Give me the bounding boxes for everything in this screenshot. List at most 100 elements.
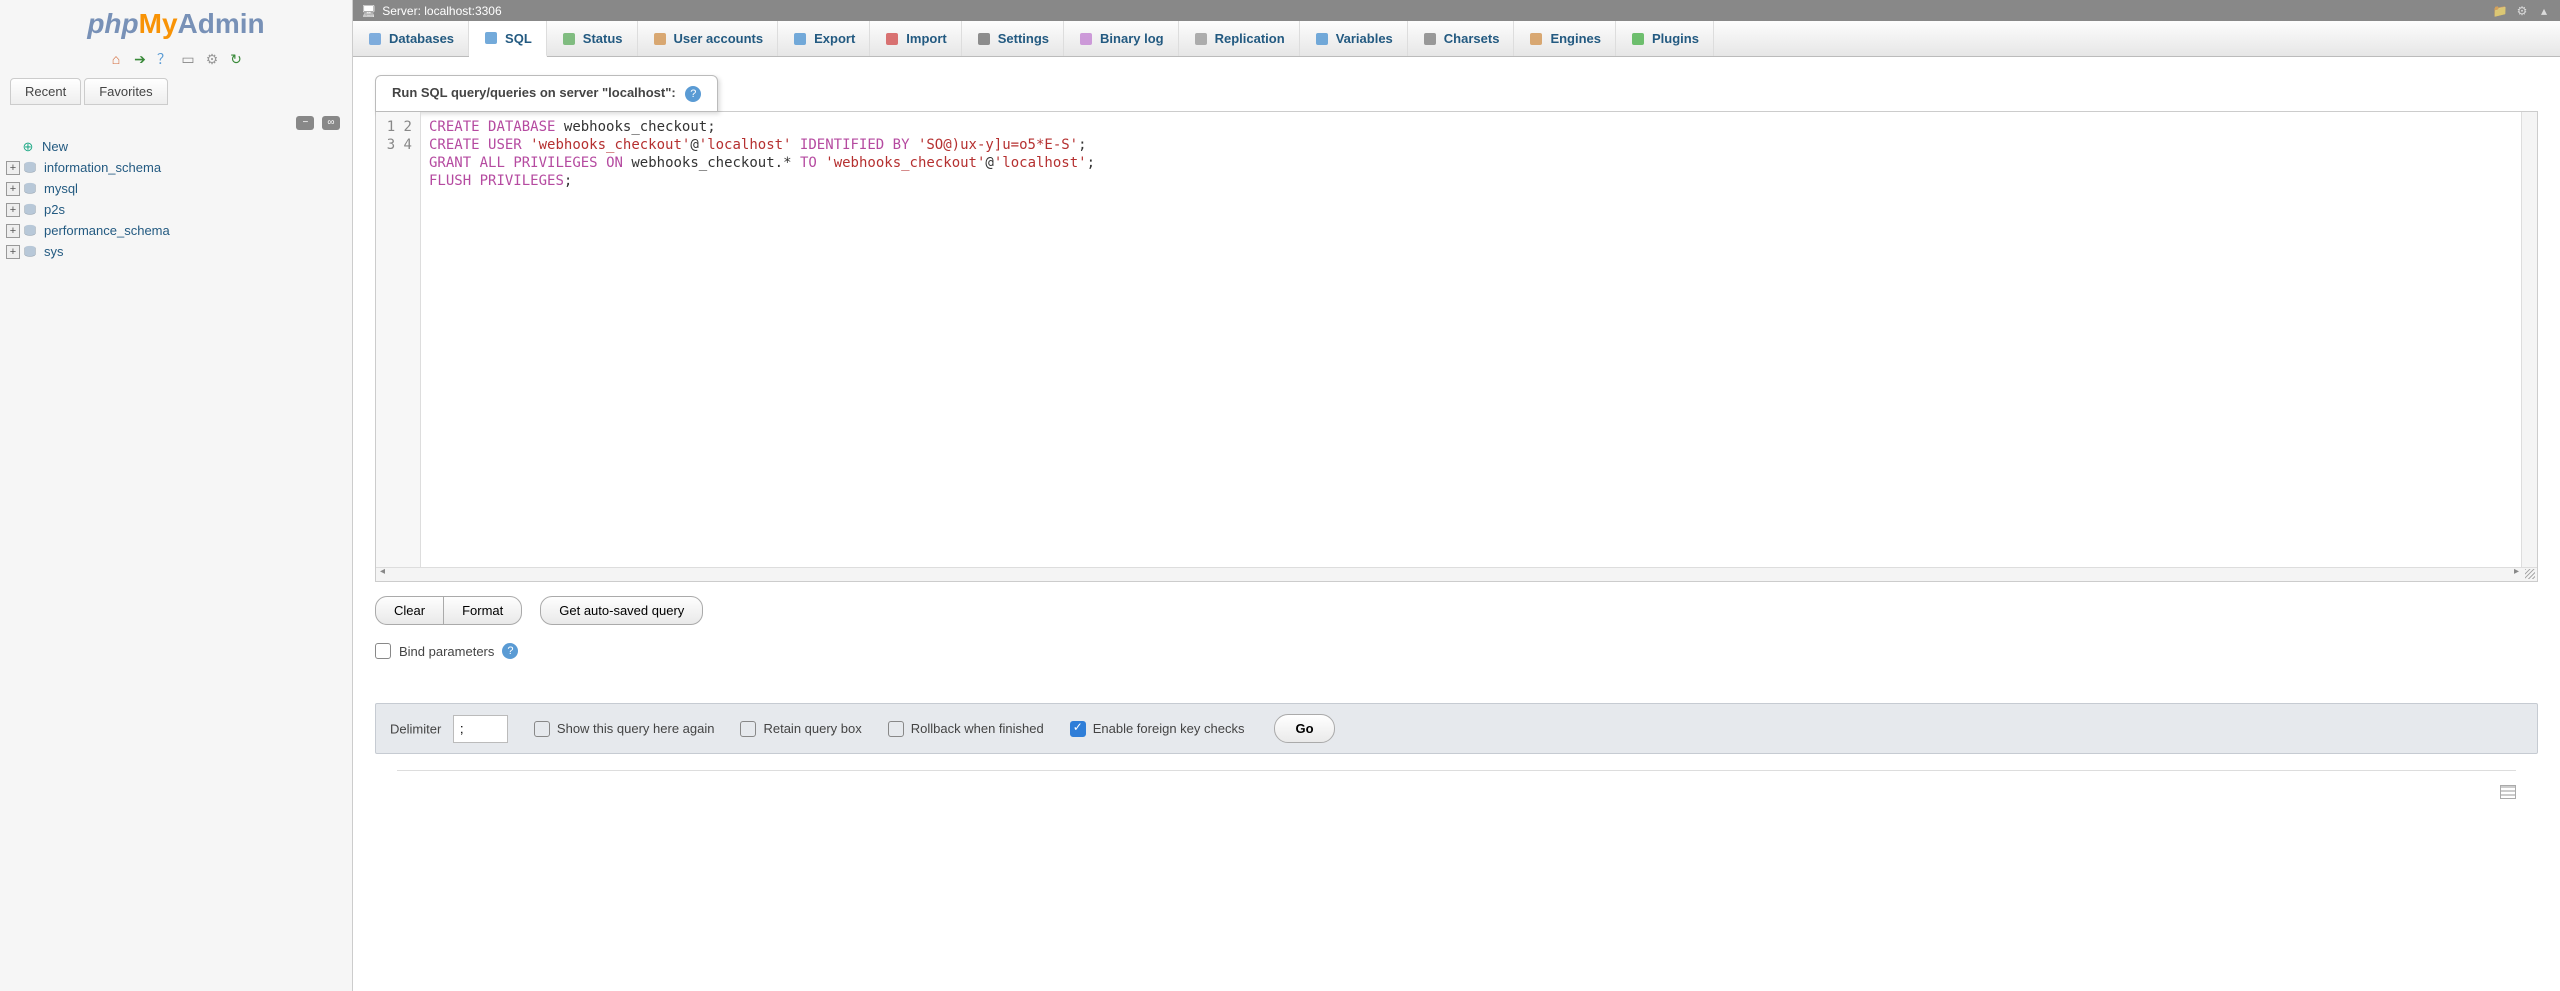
tab-charsets[interactable]: Charsets [1408, 21, 1515, 56]
tree-db-performance_schema[interactable]: + performance_schema [2, 220, 350, 241]
tab-databases[interactable]: Databases [353, 21, 469, 56]
tab-plugins[interactable]: Plugins [1616, 21, 1714, 56]
bind-params-checkbox[interactable] [375, 643, 391, 659]
delimiter-label: Delimiter [390, 721, 441, 736]
tab-sql[interactable]: SQL [469, 21, 547, 57]
delimiter-group: Delimiter [390, 715, 508, 743]
lockfolder-icon[interactable]: 📁 [2492, 3, 2508, 19]
tab-engines[interactable]: Engines [1514, 21, 1616, 56]
tab-status[interactable]: Status [547, 21, 638, 56]
link-icon[interactable]: ∞ [322, 116, 340, 130]
tree-db-p2s[interactable]: + p2s [2, 199, 350, 220]
tree-db-label: performance_schema [44, 223, 170, 238]
titlebar: 🖥 Server: localhost:3306 📁 ⚙ ▴ [353, 0, 2560, 21]
sql-icon[interactable]: ▭ [179, 50, 197, 68]
autosaved-button[interactable]: Get auto-saved query [540, 596, 703, 625]
format-button[interactable]: Format [443, 596, 522, 625]
content: Run SQL query/queries on server "localho… [353, 57, 2560, 991]
tab-binlog[interactable]: Binary log [1064, 21, 1179, 56]
show-again-label: Show this query here again [557, 721, 715, 736]
help-icon[interactable]: ? [502, 643, 518, 659]
tree-db-information_schema[interactable]: +information_schema [2, 157, 350, 178]
tab-label: Plugins [1652, 31, 1699, 46]
tab-favorites[interactable]: Favorites [84, 78, 167, 105]
logo[interactable]: phpMyAdmin [0, 0, 352, 44]
resize-grip[interactable] [2525, 569, 2535, 579]
rollback-checkbox[interactable] [888, 721, 904, 737]
accounts-icon [652, 31, 668, 47]
settings-icon[interactable]: ⚙ [203, 50, 221, 68]
gear-icon[interactable]: ⚙ [2514, 3, 2530, 19]
help-icon[interactable]: ? [685, 86, 701, 102]
collapse-all-icon[interactable]: − [296, 116, 314, 130]
editor-code[interactable]: CREATE DATABASE webhooks_checkout; CREAT… [421, 112, 2537, 567]
plugins-icon [1630, 31, 1646, 47]
tab-settings[interactable]: Settings [962, 21, 1064, 56]
tree-db-sys[interactable]: +sys [2, 241, 350, 262]
retain-option[interactable]: Retain query box [740, 721, 861, 737]
bind-params-row: Bind parameters ? [375, 643, 2538, 659]
console-toggle-icon[interactable] [2500, 785, 2516, 799]
expand-icon[interactable]: + [6, 224, 20, 238]
logout-icon[interactable]: ➔ [131, 50, 149, 68]
expand-icon[interactable]: + [6, 182, 20, 196]
collapse-icon[interactable]: ▴ [2536, 3, 2552, 19]
bind-params-label: Bind parameters [399, 644, 494, 659]
main: 🖥 Server: localhost:3306 📁 ⚙ ▴ Databases… [353, 0, 2560, 991]
clear-button[interactable]: Clear [375, 596, 444, 625]
editor-buttons: Clear Format Get auto-saved query [375, 596, 2538, 625]
expand-icon[interactable]: + [6, 161, 20, 175]
export-icon [792, 31, 808, 47]
tab-recent[interactable]: Recent [10, 78, 81, 105]
tab-export[interactable]: Export [778, 21, 870, 56]
tab-label: SQL [505, 31, 532, 46]
server-label: Server: localhost:3306 [382, 4, 501, 18]
database-icon [22, 203, 38, 217]
fk-option[interactable]: Enable foreign key checks [1070, 721, 1245, 737]
sidebar: phpMyAdmin ⌂ ➔ ？ ▭ ⚙ ↻ Recent Favorites … [0, 0, 353, 991]
tree-db-mysql[interactable]: + mysql [2, 178, 350, 199]
panel-title-tab: Run SQL query/queries on server "localho… [375, 75, 718, 112]
tree-tools: − ∞ [0, 111, 352, 136]
database-icon [22, 245, 38, 259]
retain-checkbox[interactable] [740, 721, 756, 737]
tree-db-label: p2s [44, 202, 65, 217]
tab-label: Engines [1550, 31, 1601, 46]
tab-label: Replication [1215, 31, 1285, 46]
tree-new[interactable]: ⊕New [2, 136, 350, 157]
tab-accounts[interactable]: User accounts [638, 21, 779, 56]
expand-icon[interactable]: + [6, 245, 20, 259]
sql-editor-wrap: 1 2 3 4 CREATE DATABASE webhooks_checkou… [375, 111, 2538, 582]
delimiter-input[interactable] [453, 715, 508, 743]
charsets-icon [1422, 31, 1438, 47]
tab-import[interactable]: Import [870, 21, 961, 56]
home-icon[interactable]: ⌂ [107, 50, 125, 68]
rollback-label: Rollback when finished [911, 721, 1044, 736]
show-again-checkbox[interactable] [534, 721, 550, 737]
logo-my: My [139, 8, 178, 39]
sql-editor[interactable]: 1 2 3 4 CREATE DATABASE webhooks_checkou… [376, 112, 2537, 567]
reload-icon[interactable]: ↻ [227, 50, 245, 68]
engines-icon [1528, 31, 1544, 47]
show-again-option[interactable]: Show this query here again [534, 721, 715, 737]
rollback-option[interactable]: Rollback when finished [888, 721, 1044, 737]
editor-scrollbar-v[interactable] [2521, 112, 2537, 567]
retain-label: Retain query box [763, 721, 861, 736]
tab-label: Export [814, 31, 855, 46]
database-icon [22, 182, 38, 196]
docs-icon[interactable]: ？ [155, 50, 173, 68]
quick-icons: ⌂ ➔ ？ ▭ ⚙ ↻ [0, 50, 352, 68]
editor-scrollbar-h[interactable] [376, 567, 2537, 581]
databases-icon [367, 31, 383, 47]
tab-replication[interactable]: Replication [1179, 21, 1300, 56]
sidebar-tabs: Recent Favorites [10, 78, 342, 105]
tab-label: Import [906, 31, 946, 46]
go-button[interactable]: Go [1274, 714, 1334, 743]
fk-label: Enable foreign key checks [1093, 721, 1245, 736]
tab-label: Variables [1336, 31, 1393, 46]
status-icon [561, 31, 577, 47]
tab-variables[interactable]: Variables [1300, 21, 1408, 56]
fk-checkbox[interactable] [1070, 721, 1086, 737]
expand-icon[interactable]: + [6, 203, 20, 217]
tree-db-label: mysql [44, 181, 78, 196]
